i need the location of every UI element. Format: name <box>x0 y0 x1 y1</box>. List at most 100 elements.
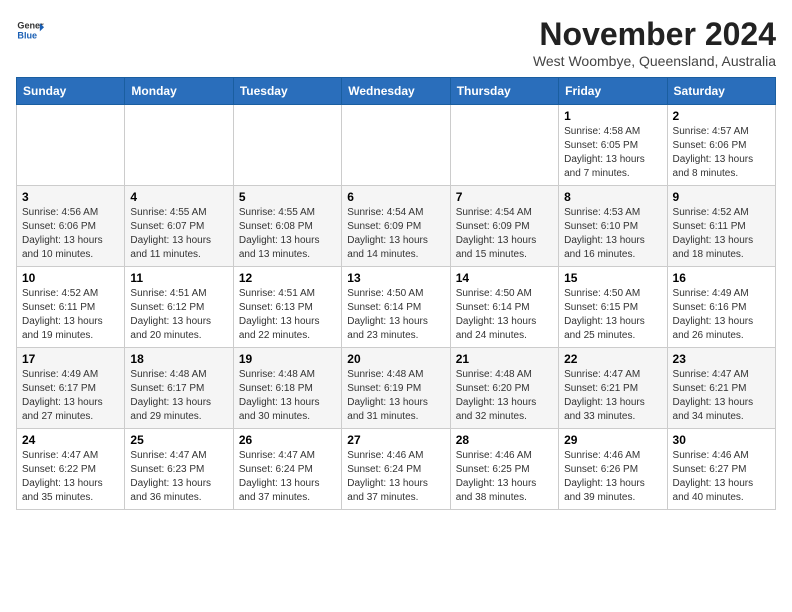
day-number: 13 <box>347 271 444 285</box>
day-detail: Sunrise: 4:46 AMSunset: 6:25 PMDaylight:… <box>456 449 553 505</box>
day-detail: Sunrise: 4:55 AMSunset: 6:08 PMDaylight:… <box>239 206 336 262</box>
day-detail: Sunrise: 4:54 AMSunset: 6:09 PMDaylight:… <box>456 206 553 262</box>
calendar-cell: 1 Sunrise: 4:58 AMSunset: 6:05 PMDaylight… <box>559 105 667 186</box>
calendar-cell: 2 Sunrise: 4:57 AMSunset: 6:06 PMDaylight… <box>667 105 775 186</box>
day-number: 9 <box>673 190 770 204</box>
day-number: 21 <box>456 352 553 366</box>
day-number: 19 <box>239 352 336 366</box>
calendar-cell: 6 Sunrise: 4:54 AMSunset: 6:09 PMDaylight… <box>342 186 450 267</box>
calendar-cell: 7 Sunrise: 4:54 AMSunset: 6:09 PMDaylight… <box>450 186 558 267</box>
calendar-cell <box>450 105 558 186</box>
day-number: 11 <box>130 271 227 285</box>
day-number: 18 <box>130 352 227 366</box>
calendar-cell: 24Sunrise: 4:47 AMSunset: 6:22 PMDayligh… <box>17 429 125 510</box>
calendar-cell: 14 Sunrise: 4:50 AMSunset: 6:14 PMDayligh… <box>450 267 558 348</box>
col-header-monday: Monday <box>125 78 233 105</box>
day-number: 12 <box>239 271 336 285</box>
calendar-cell: 17 Sunrise: 4:49 AMSunset: 6:17 PMDayligh… <box>17 348 125 429</box>
day-detail: Sunrise: 4:47 AMSunset: 6:22 PMDaylight:… <box>22 449 119 505</box>
calendar-cell <box>17 105 125 186</box>
day-detail: Sunrise: 4:51 AMSunset: 6:12 PMDaylight:… <box>130 287 227 343</box>
col-header-wednesday: Wednesday <box>342 78 450 105</box>
logo-icon: General Blue <box>16 16 44 44</box>
day-number: 26 <box>239 433 336 447</box>
day-detail: Sunrise: 4:46 AMSunset: 6:27 PMDaylight:… <box>673 449 770 505</box>
calendar-cell: 29 Sunrise: 4:46 AMSunset: 6:26 PMDayligh… <box>559 429 667 510</box>
day-number: 1 <box>564 109 661 123</box>
calendar-cell: 5 Sunrise: 4:55 AMSunset: 6:08 PMDaylight… <box>233 186 341 267</box>
day-detail: Sunrise: 4:50 AMSunset: 6:14 PMDaylight:… <box>347 287 444 343</box>
calendar-cell: 27 Sunrise: 4:46 AMSunset: 6:24 PMDayligh… <box>342 429 450 510</box>
day-number: 6 <box>347 190 444 204</box>
week-row-4: 17 Sunrise: 4:49 AMSunset: 6:17 PMDayligh… <box>17 348 776 429</box>
calendar-cell: 10 Sunrise: 4:52 AMSunset: 6:11 PMDayligh… <box>17 267 125 348</box>
day-detail: Sunrise: 4:50 AMSunset: 6:14 PMDaylight:… <box>456 287 553 343</box>
calendar-cell: 8 Sunrise: 4:53 AMSunset: 6:10 PMDaylight… <box>559 186 667 267</box>
day-number: 22 <box>564 352 661 366</box>
day-detail: Sunrise: 4:52 AMSunset: 6:11 PMDaylight:… <box>22 287 119 343</box>
day-number: 4 <box>130 190 227 204</box>
day-number: 8 <box>564 190 661 204</box>
day-number: 3 <box>22 190 119 204</box>
day-detail: Sunrise: 4:47 AMSunset: 6:21 PMDaylight:… <box>564 368 661 424</box>
day-number: 7 <box>456 190 553 204</box>
calendar-cell <box>233 105 341 186</box>
day-number: 27 <box>347 433 444 447</box>
calendar-cell: 21 Sunrise: 4:48 AMSunset: 6:20 PMDayligh… <box>450 348 558 429</box>
day-detail: Sunrise: 4:46 AMSunset: 6:24 PMDaylight:… <box>347 449 444 505</box>
day-detail: Sunrise: 4:49 AMSunset: 6:17 PMDaylight:… <box>22 368 119 424</box>
day-number: 29 <box>564 433 661 447</box>
day-detail: Sunrise: 4:47 AMSunset: 6:24 PMDaylight:… <box>239 449 336 505</box>
calendar-cell: 9 Sunrise: 4:52 AMSunset: 6:11 PMDaylight… <box>667 186 775 267</box>
day-number: 15 <box>564 271 661 285</box>
day-number: 16 <box>673 271 770 285</box>
day-number: 5 <box>239 190 336 204</box>
calendar-cell: 18Sunrise: 4:48 AMSunset: 6:17 PMDayligh… <box>125 348 233 429</box>
calendar-cell: 15Sunrise: 4:50 AMSunset: 6:15 PMDayligh… <box>559 267 667 348</box>
calendar-cell: 22 Sunrise: 4:47 AMSunset: 6:21 PMDayligh… <box>559 348 667 429</box>
col-header-thursday: Thursday <box>450 78 558 105</box>
col-header-saturday: Saturday <box>667 78 775 105</box>
day-number: 14 <box>456 271 553 285</box>
calendar-cell: 12Sunrise: 4:51 AMSunset: 6:13 PMDayligh… <box>233 267 341 348</box>
calendar-cell: 4Sunrise: 4:55 AMSunset: 6:07 PMDaylight… <box>125 186 233 267</box>
calendar-cell: 25Sunrise: 4:47 AMSunset: 6:23 PMDayligh… <box>125 429 233 510</box>
day-detail: Sunrise: 4:58 AMSunset: 6:05 PMDaylight:… <box>564 125 661 181</box>
calendar-cell <box>342 105 450 186</box>
day-number: 10 <box>22 271 119 285</box>
day-number: 30 <box>673 433 770 447</box>
day-detail: Sunrise: 4:53 AMSunset: 6:10 PMDaylight:… <box>564 206 661 262</box>
calendar-cell: 11 Sunrise: 4:51 AMSunset: 6:12 PMDayligh… <box>125 267 233 348</box>
header: General Blue November 2024 West Woombye,… <box>16 16 776 69</box>
day-detail: Sunrise: 4:47 AMSunset: 6:23 PMDaylight:… <box>130 449 227 505</box>
day-number: 23 <box>673 352 770 366</box>
day-detail: Sunrise: 4:48 AMSunset: 6:19 PMDaylight:… <box>347 368 444 424</box>
calendar-cell: 3 Sunrise: 4:56 AMSunset: 6:06 PMDaylight… <box>17 186 125 267</box>
calendar-cell: 13 Sunrise: 4:50 AMSunset: 6:14 PMDayligh… <box>342 267 450 348</box>
day-number: 2 <box>673 109 770 123</box>
calendar-cell: 26 Sunrise: 4:47 AMSunset: 6:24 PMDayligh… <box>233 429 341 510</box>
day-detail: Sunrise: 4:54 AMSunset: 6:09 PMDaylight:… <box>347 206 444 262</box>
calendar-table: SundayMondayTuesdayWednesdayThursdayFrid… <box>16 77 776 510</box>
week-row-2: 3 Sunrise: 4:56 AMSunset: 6:06 PMDaylight… <box>17 186 776 267</box>
col-header-friday: Friday <box>559 78 667 105</box>
calendar-cell: 20 Sunrise: 4:48 AMSunset: 6:19 PMDayligh… <box>342 348 450 429</box>
calendar-cell: 16Sunrise: 4:49 AMSunset: 6:16 PMDayligh… <box>667 267 775 348</box>
location-subtitle: West Woombye, Queensland, Australia <box>533 53 776 69</box>
day-number: 17 <box>22 352 119 366</box>
day-detail: Sunrise: 4:56 AMSunset: 6:06 PMDaylight:… <box>22 206 119 262</box>
day-detail: Sunrise: 4:48 AMSunset: 6:20 PMDaylight:… <box>456 368 553 424</box>
week-row-5: 24Sunrise: 4:47 AMSunset: 6:22 PMDayligh… <box>17 429 776 510</box>
title-area: November 2024 West Woombye, Queensland, … <box>533 16 776 69</box>
days-header-row: SundayMondayTuesdayWednesdayThursdayFrid… <box>17 78 776 105</box>
day-number: 20 <box>347 352 444 366</box>
col-header-sunday: Sunday <box>17 78 125 105</box>
calendar-cell: 19Sunrise: 4:48 AMSunset: 6:18 PMDayligh… <box>233 348 341 429</box>
week-row-1: 1 Sunrise: 4:58 AMSunset: 6:05 PMDaylight… <box>17 105 776 186</box>
day-detail: Sunrise: 4:57 AMSunset: 6:06 PMDaylight:… <box>673 125 770 181</box>
calendar-cell: 30 Sunrise: 4:46 AMSunset: 6:27 PMDayligh… <box>667 429 775 510</box>
calendar-cell: 23Sunrise: 4:47 AMSunset: 6:21 PMDayligh… <box>667 348 775 429</box>
day-detail: Sunrise: 4:52 AMSunset: 6:11 PMDaylight:… <box>673 206 770 262</box>
col-header-tuesday: Tuesday <box>233 78 341 105</box>
day-detail: Sunrise: 4:46 AMSunset: 6:26 PMDaylight:… <box>564 449 661 505</box>
